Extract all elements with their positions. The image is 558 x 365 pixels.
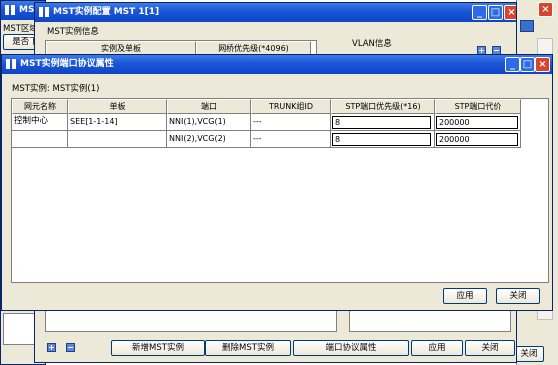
mst-config-title: MST实例配置 MST 1[1] xyxy=(53,7,160,17)
table-row-2-board[interactable] xyxy=(68,131,167,148)
minimize-icon[interactable]: _ xyxy=(472,5,487,20)
table-row-2-priority-cell: 8 xyxy=(331,131,435,148)
vlan-list-panel xyxy=(349,308,511,332)
bg-close-icon[interactable]: × xyxy=(538,2,553,17)
table-row-2-cost-cell: 200000 xyxy=(435,131,521,148)
app-icon xyxy=(5,5,15,15)
table-row-1-board[interactable]: SEE[1-1-14] xyxy=(68,114,167,131)
delete-mst-instance-button[interactable]: 删除MST实例 xyxy=(205,340,291,356)
table-row-1-cost-cell: 200000 xyxy=(435,114,521,131)
port-table: 网元名称 单板 端口 TRUNK组ID STP端口优先级(*16) STP端口代… xyxy=(11,98,549,283)
mst-instance-label: MST实例: MST实例(1) xyxy=(12,84,100,94)
col-header-stp-cost[interactable]: STP端口代价 xyxy=(435,99,521,114)
port-protocol-attr-button[interactable]: 端口协议属性 xyxy=(293,340,409,356)
table-row-1-priority-cell: 8 xyxy=(331,114,435,131)
remove-instance-icon[interactable]: − xyxy=(66,343,75,352)
stp-priority-input-2[interactable]: 8 xyxy=(332,133,431,146)
vlan-info-label: VLAN信息 xyxy=(352,39,392,49)
app-icon xyxy=(39,7,49,17)
col-header-ne-name[interactable]: 网元名称 xyxy=(12,99,68,114)
col-header-trunk-id[interactable]: TRUNK组ID xyxy=(251,99,331,114)
app-icon xyxy=(6,59,16,69)
add-instance-icon[interactable]: + xyxy=(47,343,56,352)
stp-cost-input-1[interactable]: 200000 xyxy=(436,116,518,129)
table-row-2-ne[interactable] xyxy=(12,131,68,148)
table-row-2-port[interactable]: NNI(2),VCG(2) xyxy=(167,131,251,148)
dialog-title: MST实例端口协议属性 xyxy=(20,59,114,69)
col-header-stp-priority[interactable]: STP端口优先级(*16) xyxy=(331,99,435,114)
stp-cost-input-2[interactable]: 200000 xyxy=(436,133,518,146)
dialog-titlebar: MST实例端口协议属性 _ □ × xyxy=(2,55,552,74)
table-row-1-port[interactable]: NNI(1),VCG(1) xyxy=(167,114,251,131)
maximize-icon[interactable]: □ xyxy=(520,57,535,72)
maximize-icon[interactable]: □ xyxy=(488,5,503,20)
dialog-apply-button[interactable]: 应用 xyxy=(443,288,487,304)
dialog-close-button[interactable]: 关闭 xyxy=(496,288,540,304)
apply-button[interactable]: 应用 xyxy=(411,340,463,356)
stp-priority-input-1[interactable]: 8 xyxy=(332,116,431,129)
table-row-1-ne[interactable]: 控制中心 xyxy=(12,114,68,131)
mst-instance-info-label: MST实例信息 xyxy=(47,27,99,37)
minimize-icon[interactable]: _ xyxy=(505,57,520,72)
close-icon[interactable]: × xyxy=(504,5,516,20)
instance-list-panel xyxy=(45,308,337,332)
port-protocol-dialog: MST实例端口协议属性 _ □ × MST实例: MST实例(1) 网元名称 单… xyxy=(1,54,553,311)
col-header-port[interactable]: 端口 xyxy=(167,99,251,114)
bg-close-button[interactable]: 关闭 xyxy=(514,346,544,362)
table-row-1-trunk[interactable]: --- xyxy=(251,114,331,131)
add-mst-instance-button[interactable]: 新增MST实例 xyxy=(111,340,205,356)
close-icon[interactable]: × xyxy=(535,57,550,72)
mst-config-titlebar: MST实例配置 MST 1[1] _ □ × xyxy=(35,3,516,22)
close-button[interactable]: 关闭 xyxy=(465,340,515,356)
bg-network-icon xyxy=(520,20,534,32)
table-row-2-trunk[interactable]: --- xyxy=(251,131,331,148)
col-header-board[interactable]: 单板 xyxy=(68,99,167,114)
